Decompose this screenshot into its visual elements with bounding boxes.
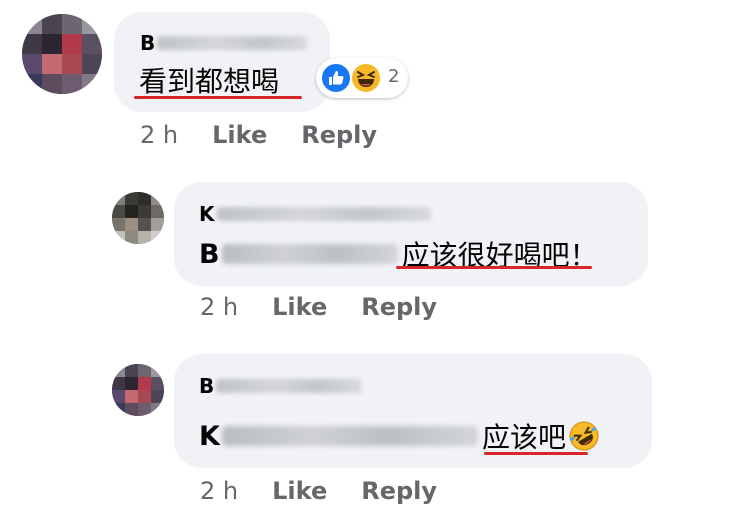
author-initial: B — [199, 374, 215, 398]
comment-text: K 应该吧 — [199, 416, 600, 456]
mention-redacted[interactable] — [221, 426, 478, 446]
reply-text: 应该吧 — [481, 421, 566, 454]
mention-initial[interactable]: K — [199, 421, 220, 452]
comment-actions: 2 h Like Reply — [200, 477, 471, 505]
reply-button[interactable]: Reply — [361, 477, 437, 505]
author-name[interactable]: B — [199, 374, 363, 398]
like-button[interactable]: Like — [272, 477, 327, 505]
reply-2: B K 应该吧 2 h Like Reply — [0, 0, 748, 513]
avatar-pixelated-image — [112, 364, 164, 416]
highlight-underline — [484, 452, 588, 455]
author-name-redacted — [216, 379, 363, 393]
rolling-on-floor-laughing-emoji — [569, 421, 599, 451]
avatar[interactable] — [112, 364, 164, 416]
timestamp[interactable]: 2 h — [200, 477, 238, 505]
